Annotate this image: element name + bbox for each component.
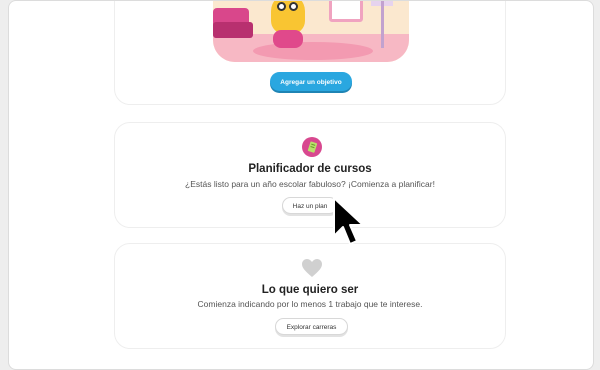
mouse-cursor-icon	[333, 197, 364, 245]
career-title: Lo que quiero ser	[261, 284, 359, 296]
planner-title: Planificador de cursos	[248, 163, 372, 175]
career-subtitle: Comienza indicando por lo menos 1 trabaj…	[197, 299, 423, 309]
heart-icon	[302, 259, 322, 277]
course-planner-card: Planificador de cursos ¿Estás listo para…	[114, 122, 506, 228]
explore-careers-button[interactable]: Explorar carreras	[275, 318, 348, 335]
planner-icon	[302, 137, 322, 157]
career-card: Lo que quiero ser Comienza indicando por…	[114, 243, 506, 349]
add-goal-button[interactable]: Agregar un objetivo	[270, 72, 352, 91]
goal-illustration	[213, 1, 409, 62]
make-plan-button[interactable]: Haz un plan	[282, 197, 338, 214]
content-panel: Agregar un objetivo Planificador de curs…	[8, 0, 594, 370]
planner-subtitle: ¿Estás listo para un año escolar fabulos…	[185, 179, 435, 189]
goal-card: Agregar un objetivo	[114, 1, 506, 105]
